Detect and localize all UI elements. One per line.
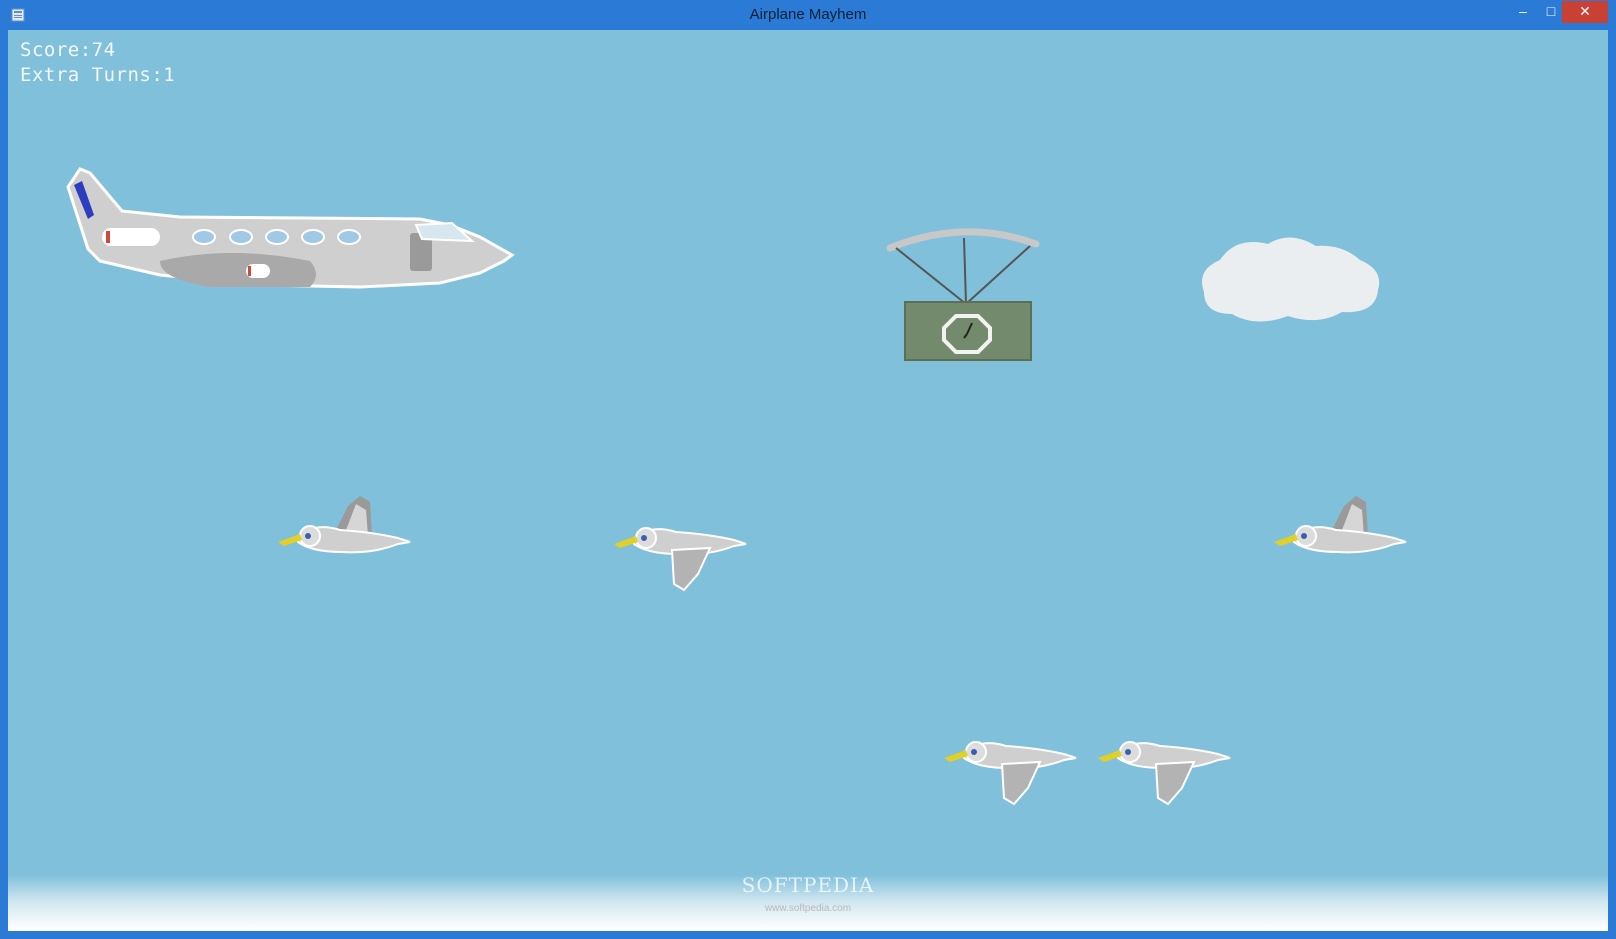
watermark-brand: SOFTPEDIA	[741, 873, 875, 897]
extra-turns-display: Extra Turns:1	[20, 64, 175, 86]
seagull-icon	[278, 496, 411, 554]
seagull-icon	[944, 741, 1077, 806]
parachute-crate-clock-icon	[886, 228, 1040, 361]
airplane-icon	[66, 167, 515, 289]
seagull-icon	[1098, 741, 1231, 806]
score-label: Score:	[20, 39, 92, 61]
title-bar[interactable]: Airplane Mayhem – □ ✕	[0, 0, 1616, 30]
extra-turns-value: 1	[163, 64, 176, 86]
game-canvas[interactable]: Score:74 Extra Turns:1 SOFTPEDIA www.sof…	[8, 30, 1608, 931]
minimize-button[interactable]: –	[1508, 1, 1538, 23]
seagull-icon	[1274, 496, 1407, 554]
seagull-icon	[614, 527, 747, 592]
window-title: Airplane Mayhem	[749, 6, 867, 23]
extra-turns-label: Extra Turns:	[20, 64, 164, 86]
score-value: 74	[91, 39, 116, 61]
app-window: Airplane Mayhem – □ ✕ Score:74 Extra Tur…	[0, 0, 1616, 939]
watermark-url: www.softpedia.com	[764, 903, 852, 914]
cloud-icon	[1202, 237, 1380, 322]
close-button[interactable]: ✕	[1562, 1, 1608, 23]
score-display: Score:74	[20, 39, 116, 61]
